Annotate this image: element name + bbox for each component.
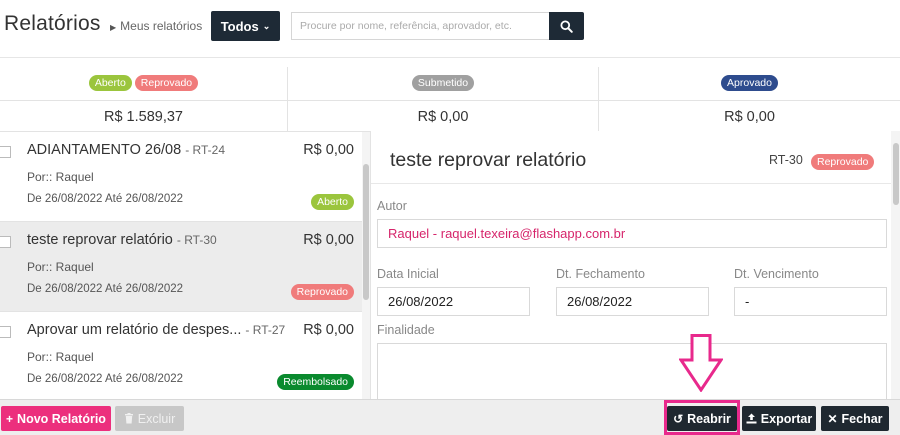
delete-button[interactable]: Excluir bbox=[115, 406, 184, 431]
detail-title: teste reprovar relatório bbox=[390, 149, 587, 171]
due-date-field[interactable]: - bbox=[734, 287, 887, 316]
summary-open-rejected[interactable]: Aberto Reprovado R$ 1.589,37 bbox=[0, 67, 288, 131]
new-report-button[interactable]: + Novo Relatório bbox=[1, 406, 111, 431]
start-date-field[interactable]: 26/08/2022 bbox=[377, 287, 530, 316]
chevron-right-icon: ▶ bbox=[110, 23, 117, 32]
status-badge-aprovado: Aprovado bbox=[721, 75, 778, 91]
summary-amount: R$ 0,00 bbox=[724, 109, 775, 125]
export-button[interactable]: Exportar bbox=[742, 406, 816, 431]
plus-icon: + bbox=[6, 411, 14, 426]
filter-dropdown[interactable]: Todos ⌄ bbox=[211, 11, 280, 41]
row-checkbox[interactable] bbox=[0, 236, 11, 248]
header: Relatórios ▶ Meus relatórios Todos ⌄ bbox=[0, 0, 900, 58]
report-ref: - RT-30 bbox=[176, 233, 217, 247]
report-detail: teste reprovar relatório RT-30 Reprovado… bbox=[370, 131, 900, 399]
report-ref: - RT-27 bbox=[245, 323, 286, 337]
page-title: Relatórios bbox=[4, 12, 101, 35]
report-dates: De 26/08/2022 Até 26/08/2022 bbox=[27, 283, 184, 295]
report-ref: - RT-24 bbox=[185, 143, 226, 157]
report-author: Por:: Raquel bbox=[27, 170, 94, 184]
scrollbar-thumb[interactable] bbox=[363, 164, 369, 300]
list-item[interactable]: ADIANTAMENTO 26/08 - RT-24 R$ 0,00 Por::… bbox=[0, 132, 362, 222]
report-title: ADIANTAMENTO 26/08 bbox=[27, 142, 182, 158]
status-summary: Aberto Reprovado R$ 1.589,37 Submetido R… bbox=[0, 67, 900, 131]
summary-approved[interactable]: Aprovado R$ 0,00 bbox=[599, 67, 900, 131]
summary-amount: R$ 0,00 bbox=[417, 109, 469, 125]
divider bbox=[371, 183, 891, 184]
row-checkbox[interactable] bbox=[0, 326, 11, 338]
scrollbar-thumb[interactable] bbox=[893, 143, 899, 205]
author-field[interactable]: Raquel - raquel.texeira@flashapp.com.br bbox=[377, 219, 887, 248]
detail-ref: RT-30 bbox=[769, 153, 803, 167]
footer-toolbar: + Novo Relatório Excluir ↺ Reabrir Exporta… bbox=[0, 399, 900, 435]
report-value: R$ 0,00 bbox=[303, 232, 354, 248]
status-badge: Reembolsado bbox=[277, 374, 354, 390]
detail-scrollbar[interactable] bbox=[891, 131, 900, 399]
filter-label: Todos bbox=[220, 18, 259, 34]
due-date-label: Dt. Vencimento bbox=[734, 267, 819, 281]
report-title: teste reprovar relatório bbox=[27, 232, 173, 248]
close-button[interactable]: ✕ Fechar bbox=[821, 406, 889, 431]
summary-amount: R$ 1.589,37 bbox=[103, 109, 183, 125]
search-button[interactable] bbox=[549, 12, 584, 40]
report-author: Por:: Raquel bbox=[27, 260, 94, 274]
list-item[interactable]: teste reprovar relatório - RT-30 R$ 0,00… bbox=[0, 222, 362, 312]
search-icon bbox=[560, 19, 573, 33]
breadcrumb-label: Meus relatórios bbox=[120, 19, 203, 33]
report-dates: De 26/08/2022 Até 26/08/2022 bbox=[27, 373, 184, 385]
author-label: Autor bbox=[377, 199, 407, 213]
report-dates: De 26/08/2022 Até 26/08/2022 bbox=[27, 193, 184, 205]
breadcrumb[interactable]: ▶ Meus relatórios bbox=[110, 19, 202, 33]
status-badge: Aberto bbox=[311, 194, 354, 210]
summary-submitted[interactable]: Submetido R$ 0,00 bbox=[288, 67, 599, 131]
report-list: ADIANTAMENTO 26/08 - RT-24 R$ 0,00 Por::… bbox=[0, 131, 370, 399]
close-date-field[interactable]: 26/08/2022 bbox=[556, 287, 709, 316]
row-checkbox[interactable] bbox=[0, 146, 11, 158]
trash-icon bbox=[124, 413, 133, 424]
purpose-label: Finalidade bbox=[377, 323, 435, 337]
down-arrow-annotation bbox=[679, 334, 723, 392]
report-value: R$ 0,00 bbox=[303, 142, 354, 158]
report-author: Por:: Raquel bbox=[27, 350, 94, 364]
start-date-label: Data Inicial bbox=[377, 267, 439, 281]
close-icon: ✕ bbox=[827, 411, 838, 426]
highlight-box bbox=[664, 400, 740, 435]
close-date-label: Dt. Fechamento bbox=[556, 267, 645, 281]
search-input[interactable] bbox=[291, 12, 549, 40]
upload-icon bbox=[746, 413, 757, 424]
status-badge: Reprovado bbox=[290, 284, 354, 300]
status-badge: Reprovado bbox=[811, 154, 875, 170]
status-badge-reprovado: Reprovado bbox=[134, 75, 199, 91]
report-value: R$ 0,00 bbox=[303, 322, 354, 338]
purpose-textarea[interactable] bbox=[377, 343, 887, 399]
chevron-down-icon: ⌄ bbox=[262, 20, 271, 31]
list-item[interactable]: Aprovar um relatório de despes... - RT-2… bbox=[0, 312, 362, 399]
list-scrollbar[interactable] bbox=[362, 132, 370, 399]
report-title: Aprovar um relatório de despes... bbox=[27, 322, 242, 338]
status-badge-aberto: Aberto bbox=[88, 75, 132, 91]
status-badge-submetido: Submetido bbox=[411, 75, 475, 91]
